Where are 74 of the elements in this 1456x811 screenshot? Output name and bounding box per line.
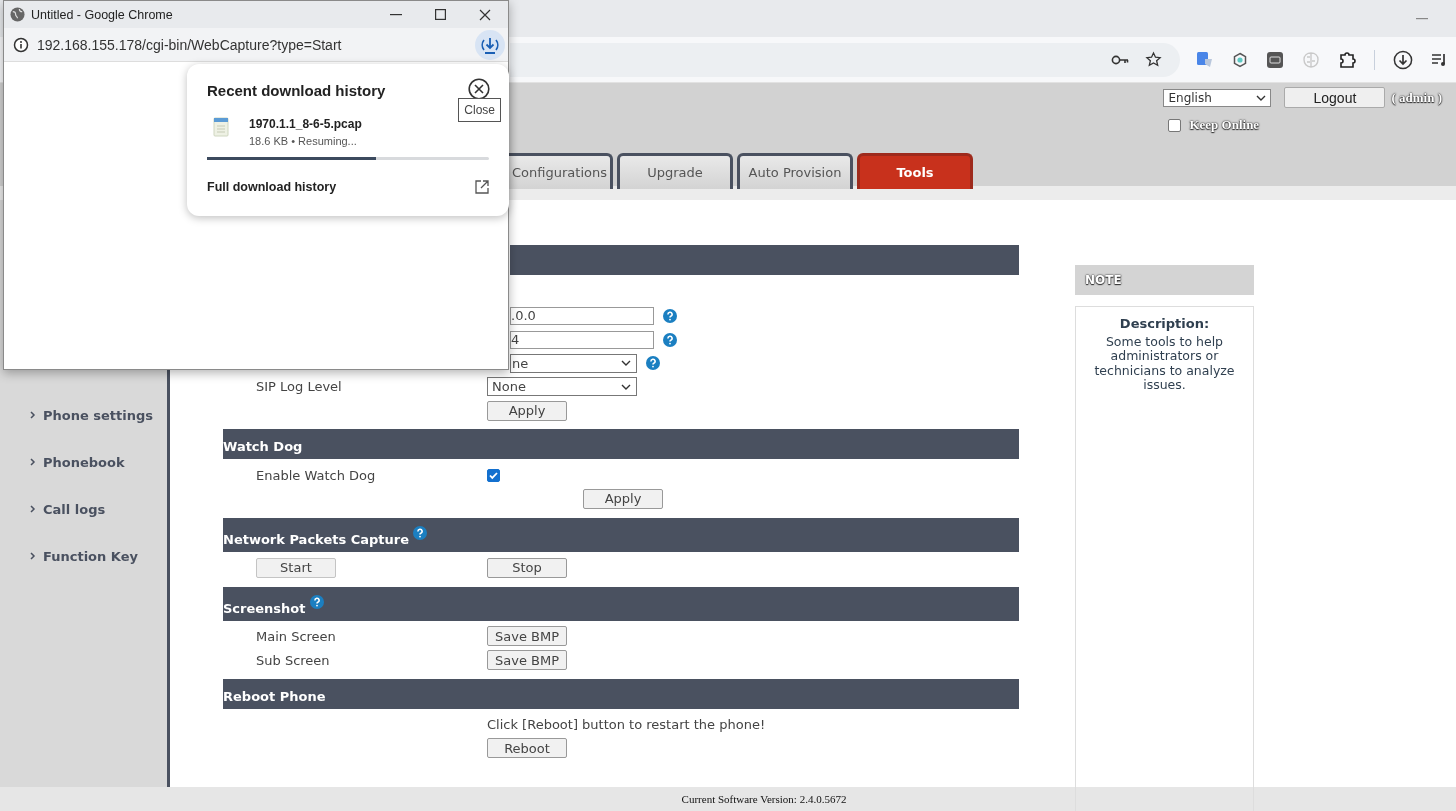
globe-icon — [10, 7, 25, 22]
button[interactable]: Stop — [487, 557, 567, 578]
minimize-icon[interactable] — [390, 13, 402, 16]
window-title: Untitled - Google Chrome — [31, 7, 173, 22]
caret-icon — [621, 360, 631, 367]
field-label: Enable Watch Dog — [256, 467, 376, 483]
translate-icon[interactable] — [1196, 50, 1214, 69]
dropdown[interactable]: None — [487, 377, 637, 397]
tab[interactable]: Configurations — [509, 153, 613, 189]
help-icon[interactable] — [663, 332, 677, 347]
info-icon[interactable] — [13, 36, 29, 53]
section-title: Reboot Phone — [223, 688, 326, 704]
field-label: Sub Screen — [256, 652, 330, 668]
close-icon[interactable] — [468, 78, 490, 100]
key-icon[interactable] — [1111, 54, 1129, 65]
note-title: NOTE — [1085, 273, 1122, 287]
tooltip: Close — [458, 98, 501, 122]
field-label: Main Screen — [256, 628, 336, 644]
url-text: 192.168.155.178/cgi-bin/WebCapture?type=Start — [37, 36, 342, 53]
button[interactable]: Start — [256, 557, 336, 578]
close-icon[interactable] — [479, 8, 491, 21]
button[interactable]: Apply — [487, 400, 567, 421]
maximize-icon[interactable] — [435, 9, 446, 20]
instruction-text: Click [Reboot] button to restart the phone! — [487, 717, 766, 733]
download-icon[interactable] — [1393, 49, 1413, 70]
tab[interactable]: Upgrade — [617, 153, 733, 189]
note-text: Some tools to help administrators or technicians to analyze issues. — [1094, 333, 1235, 392]
button[interactable]: Save BMP — [487, 650, 567, 671]
sidebar-item[interactable]: Call logs — [43, 501, 106, 517]
address-bar[interactable]: 192.168.155.178/cgi-bin/WebCapture?type=Start — [4, 28, 508, 62]
sidebar-item[interactable]: Phonebook — [43, 454, 125, 470]
sidebar-item[interactable]: Function Key — [43, 548, 138, 564]
button[interactable]: Save BMP — [487, 626, 567, 647]
puzzle-icon[interactable] — [1338, 50, 1356, 69]
version-text: Current Software Version: 2.4.0.5672 — [681, 793, 847, 805]
checkbox[interactable] — [1168, 118, 1182, 132]
help-icon[interactable] — [309, 595, 324, 609]
download-status: 18.6 KB • Resuming... — [249, 135, 358, 147]
tab[interactable]: Auto Provision — [737, 153, 853, 189]
external-link-icon[interactable] — [475, 180, 489, 194]
sidebar-item[interactable]: Phone settings — [43, 407, 154, 423]
checkbox-label: Keep Online — [1189, 117, 1260, 133]
chevron-icon — [30, 458, 36, 466]
button[interactable]: Reboot — [487, 738, 567, 759]
user-label: ( admin ) — [1391, 89, 1442, 106]
bubble-title: Recent download history — [207, 82, 386, 99]
chevron-icon — [30, 411, 36, 419]
download-button[interactable] — [475, 29, 505, 60]
note-heading: Description: — [1118, 317, 1211, 332]
extension-icon[interactable] — [1232, 51, 1248, 68]
tab[interactable]: Tools — [857, 153, 973, 189]
help-icon[interactable] — [413, 526, 427, 541]
chevron-icon — [30, 505, 36, 513]
section-title: Screenshot — [223, 600, 306, 616]
section-title: Network Packets Capture — [223, 531, 409, 547]
checkbox[interactable] — [487, 468, 500, 482]
logout-button[interactable]: Logout — [1284, 87, 1386, 108]
caret-icon — [1256, 94, 1267, 101]
section-title: Watch Dog — [223, 439, 303, 455]
field-label: SIP Log Level — [256, 379, 342, 395]
extension-icon[interactable] — [1266, 50, 1284, 69]
file-name[interactable]: 1970.1.1_8-6-5.pcap — [249, 117, 362, 131]
language-dropdown[interactable]: English — [1163, 88, 1272, 107]
dropdown[interactable]: ne — [510, 353, 637, 373]
star-icon[interactable] — [1145, 51, 1162, 68]
chevron-icon — [30, 552, 36, 560]
file-icon — [213, 117, 229, 137]
text-field[interactable]: 4 — [510, 330, 654, 349]
help-icon[interactable] — [663, 308, 677, 323]
history-link[interactable]: Full download history — [207, 180, 337, 194]
text-field[interactable]: .0.0 — [510, 306, 654, 325]
help-icon[interactable] — [646, 356, 660, 371]
button[interactable]: Apply — [583, 488, 663, 509]
caret-icon — [621, 383, 631, 390]
